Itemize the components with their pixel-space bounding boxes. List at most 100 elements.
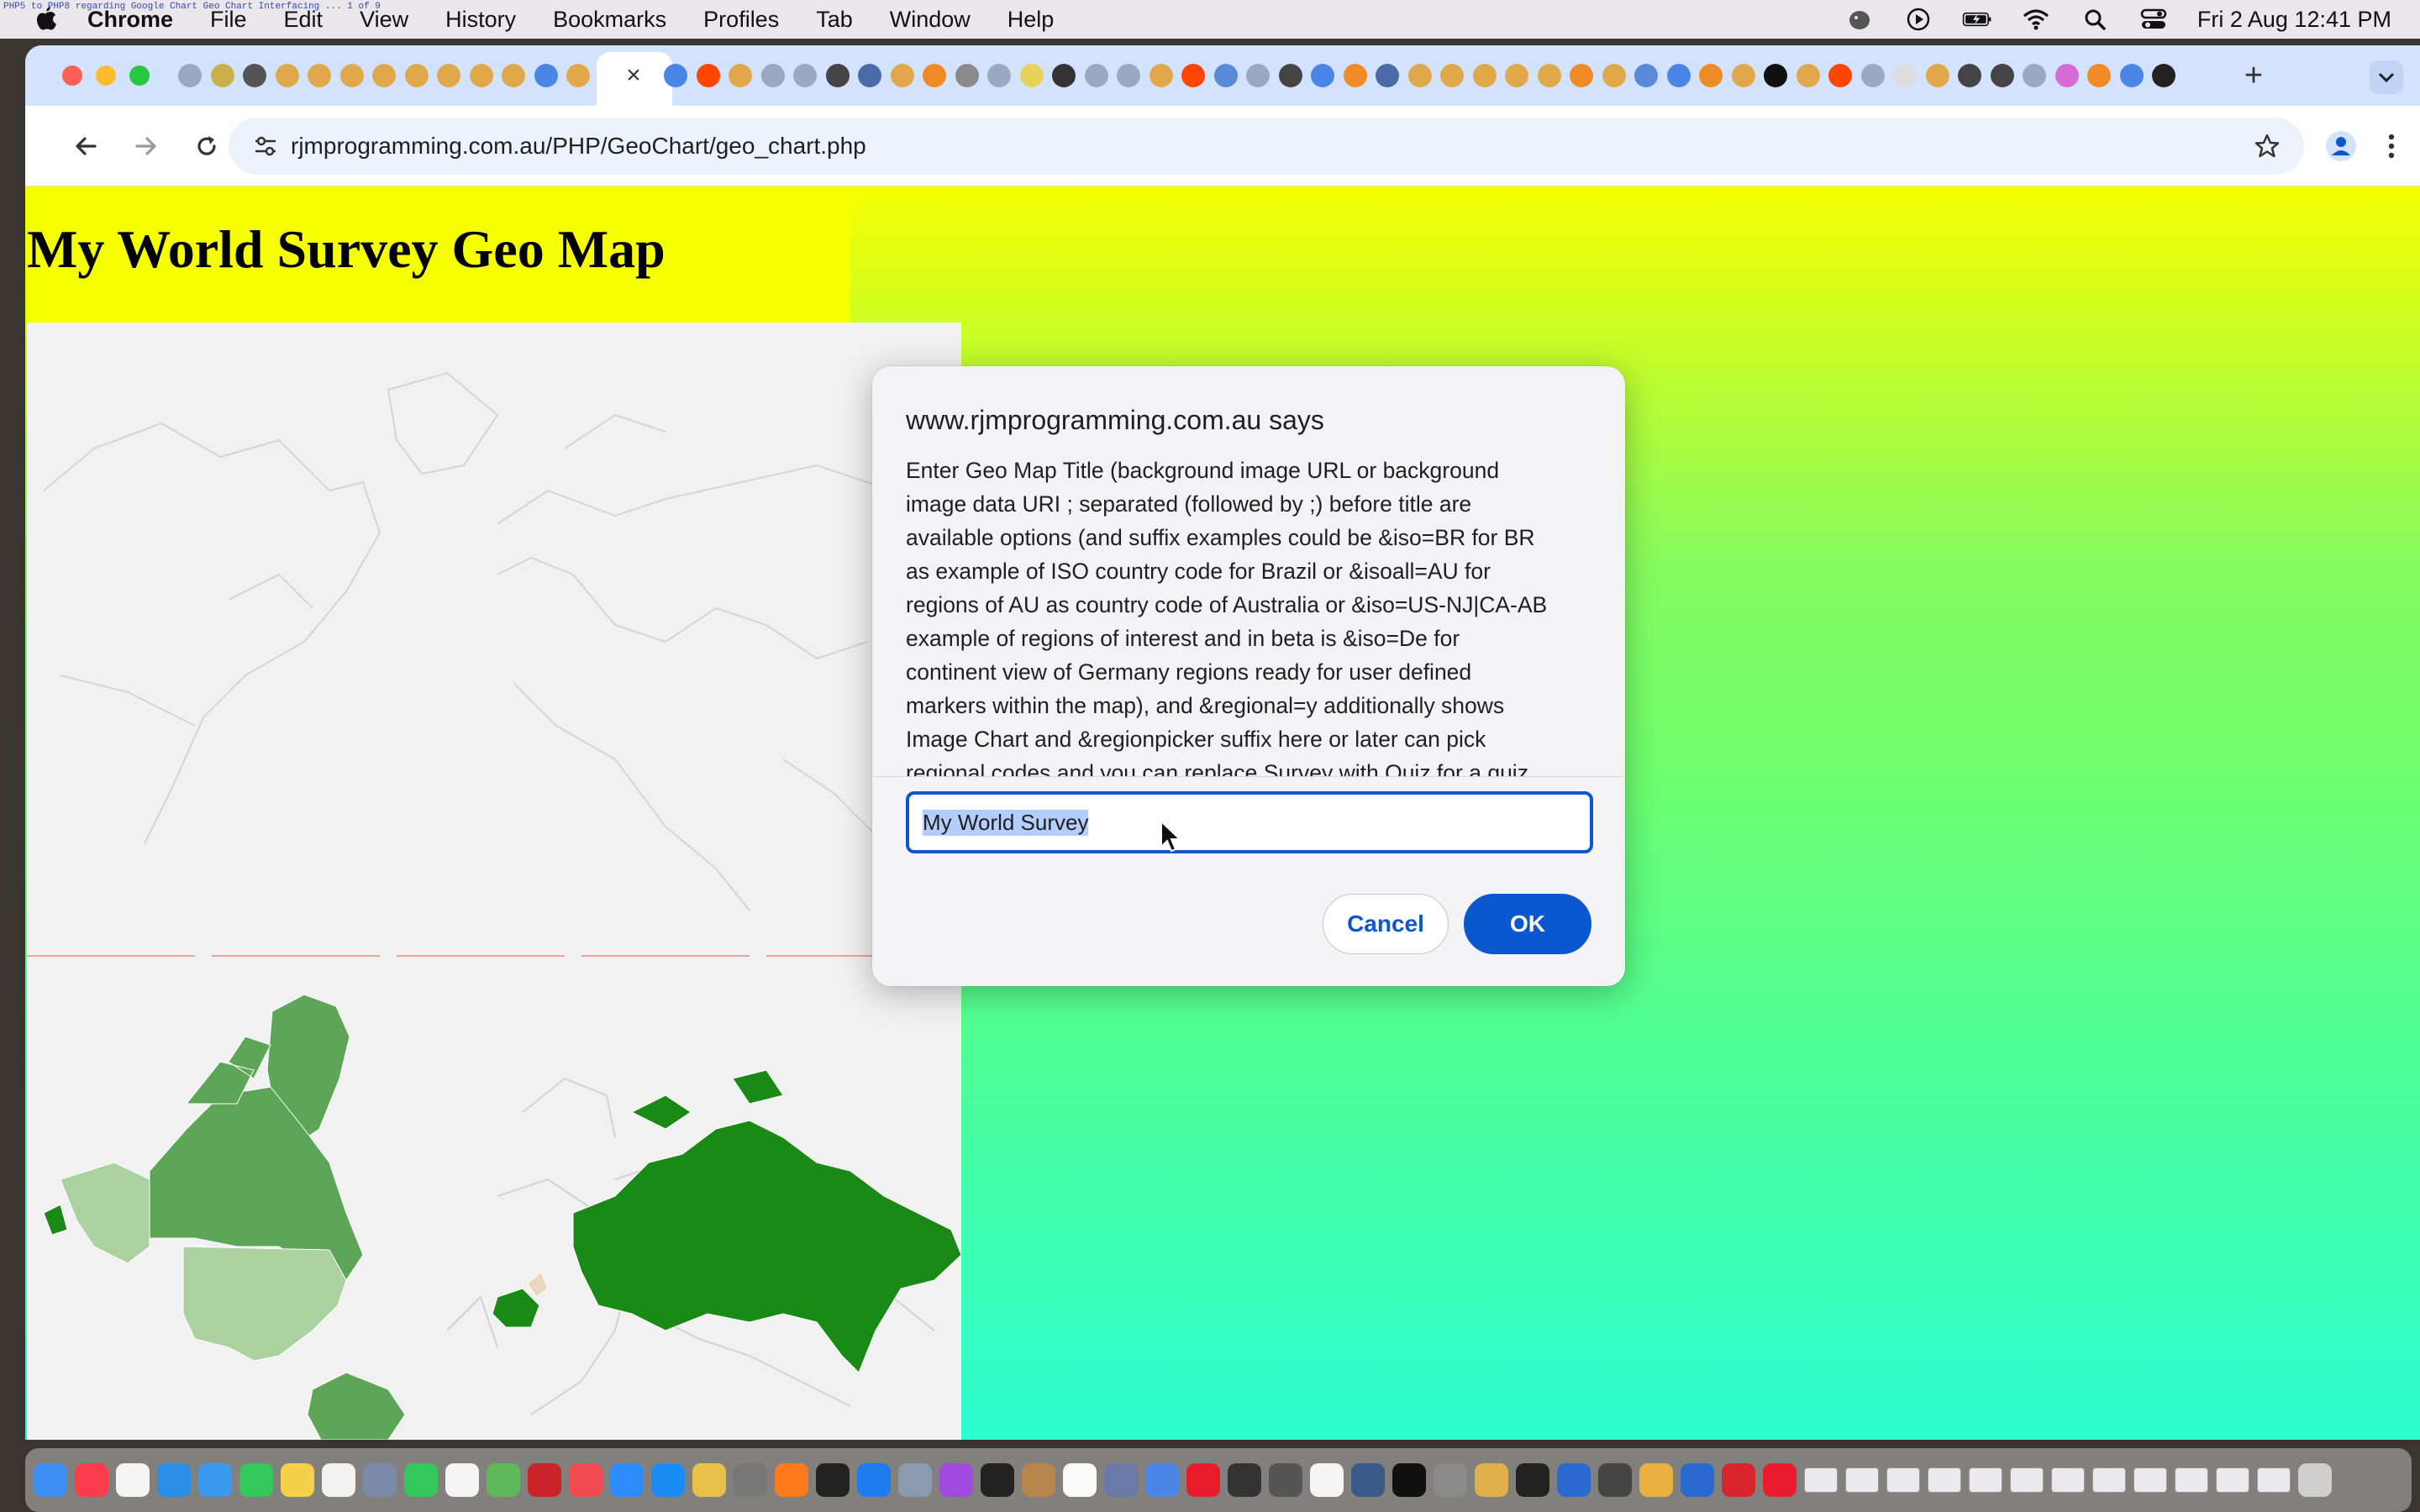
drafting-icon[interactable] — [1557, 1463, 1591, 1497]
tab-favicon[interactable] — [1828, 64, 1852, 87]
dock-file-icon[interactable] — [1969, 1467, 2002, 1493]
finder-icon[interactable] — [34, 1463, 67, 1497]
tab-favicon[interactable] — [372, 64, 396, 87]
tab-favicon[interactable] — [437, 64, 460, 87]
tab-favicon[interactable] — [1149, 64, 1173, 87]
tab-favicon[interactable] — [1052, 64, 1076, 87]
tab-favicon[interactable] — [1376, 64, 1399, 87]
cancel-button[interactable]: Cancel — [1323, 894, 1449, 954]
calendar-icon[interactable] — [1063, 1463, 1097, 1497]
tab-favicon[interactable] — [275, 64, 299, 87]
mastodon-icon[interactable] — [1681, 1463, 1714, 1497]
url-text[interactable]: rjmprogramming.com.au/PHP/GeoChart/geo_c… — [291, 118, 866, 175]
tab-favicon[interactable] — [1666, 64, 1691, 87]
tab-favicon[interactable] — [1860, 64, 1885, 87]
control-center-icon[interactable] — [2139, 7, 2169, 32]
tab-search-button[interactable] — [2370, 60, 2403, 94]
filezilla-icon[interactable] — [528, 1463, 561, 1497]
zoom-icon[interactable] — [610, 1463, 644, 1497]
menubar-clock[interactable]: Fri 2 Aug 12:41 PM — [2197, 7, 2391, 33]
tab-favicon[interactable] — [566, 64, 590, 87]
acrobat-icon[interactable] — [1722, 1463, 1755, 1497]
tab-favicon[interactable] — [1117, 64, 1140, 87]
dock-file-icon[interactable] — [2175, 1467, 2208, 1493]
xcode-icon[interactable] — [857, 1463, 891, 1497]
chrome-icon[interactable] — [1145, 1463, 1179, 1497]
tab-favicon[interactable] — [1407, 64, 1432, 87]
console-icon[interactable] — [1228, 1463, 1261, 1497]
tab-favicon[interactable] — [2119, 64, 2144, 87]
tab-favicon[interactable] — [1925, 64, 1949, 87]
system-settings-icon[interactable] — [1434, 1463, 1467, 1497]
back-icon[interactable] — [64, 124, 108, 168]
tab-favicon[interactable] — [1213, 64, 1238, 87]
tab-favicon[interactable] — [469, 64, 493, 87]
tab-favicon[interactable] — [1311, 64, 1334, 87]
quicktime-icon[interactable] — [1351, 1463, 1385, 1497]
tab-favicon[interactable] — [1278, 64, 1302, 87]
window-zoom-button[interactable] — [129, 66, 150, 86]
archive-icon[interactable] — [1022, 1463, 1055, 1497]
app-store-icon[interactable] — [651, 1463, 685, 1497]
bookmark-star-icon[interactable] — [2249, 128, 2286, 165]
tab-close-icon[interactable]: × — [622, 63, 645, 88]
tab-favicon[interactable] — [1731, 64, 1755, 87]
elephant-icon[interactable] — [1598, 1463, 1632, 1497]
tab-favicon[interactable] — [729, 64, 752, 87]
dock-file-icon[interactable] — [2010, 1467, 2044, 1493]
dock-file-icon[interactable] — [2092, 1467, 2126, 1493]
spotlight-icon[interactable] — [2080, 7, 2110, 32]
pdf-icon[interactable] — [1763, 1463, 1797, 1497]
play-icon[interactable] — [1903, 7, 1933, 32]
window-close-button[interactable] — [62, 66, 82, 86]
reminders-icon[interactable] — [116, 1463, 150, 1497]
tab-favicon[interactable] — [955, 64, 979, 87]
dock-file-icon[interactable] — [1928, 1467, 1961, 1493]
maps-icon[interactable] — [487, 1463, 520, 1497]
trash-icon[interactable] — [2298, 1463, 2332, 1497]
preview-icon[interactable] — [445, 1463, 479, 1497]
dock-file-icon[interactable] — [2257, 1467, 2291, 1493]
evernote-icon[interactable] — [1844, 7, 1875, 32]
tab-favicon[interactable] — [1990, 64, 2014, 87]
ok-button[interactable]: OK — [1464, 894, 1591, 954]
tab-favicon[interactable] — [2023, 64, 2046, 87]
tab-favicon[interactable] — [1764, 64, 1787, 87]
tab-favicon[interactable] — [1796, 64, 1820, 87]
tab-favicon[interactable] — [793, 64, 817, 87]
opera-icon[interactable] — [1186, 1463, 1220, 1497]
tab-favicon[interactable] — [1634, 64, 1658, 87]
menu-profiles[interactable]: Profiles — [703, 7, 779, 33]
tab-favicon[interactable] — [923, 64, 946, 87]
profile-icon[interactable] — [2319, 124, 2363, 168]
messages-icon[interactable] — [239, 1463, 273, 1497]
dock-file-icon[interactable] — [2133, 1467, 2167, 1493]
tab-favicon[interactable] — [1699, 64, 1723, 87]
battery-icon[interactable] — [1962, 7, 1992, 32]
launchpad-icon[interactable] — [363, 1463, 397, 1497]
tab-favicon[interactable] — [1602, 64, 1626, 87]
tab-favicon[interactable] — [1958, 64, 1981, 87]
paint-icon[interactable] — [1475, 1463, 1508, 1497]
tab-favicon[interactable] — [1893, 64, 1917, 87]
dock-file-icon[interactable] — [2051, 1467, 2085, 1493]
tab-favicon[interactable] — [696, 64, 720, 87]
tab-favicon[interactable] — [210, 64, 234, 87]
podcasts-icon[interactable] — [939, 1463, 973, 1497]
dock-file-icon[interactable] — [2216, 1467, 2249, 1493]
safari-icon[interactable] — [157, 1463, 191, 1497]
apple-tv-icon[interactable] — [816, 1463, 850, 1497]
terminal-icon[interactable] — [981, 1463, 1014, 1497]
menu-tab[interactable]: Tab — [816, 7, 853, 33]
tab-favicon[interactable] — [2152, 64, 2175, 87]
tab-favicon[interactable] — [404, 64, 429, 87]
facetime-icon[interactable] — [404, 1463, 438, 1497]
menu-bookmarks[interactable]: Bookmarks — [553, 7, 666, 33]
calculator-icon[interactable] — [1269, 1463, 1302, 1497]
cyberduck-icon[interactable] — [1639, 1463, 1673, 1497]
tab-favicon[interactable] — [1343, 64, 1367, 87]
tab-favicon[interactable] — [825, 64, 850, 87]
tab-favicon[interactable] — [1537, 64, 1561, 87]
tab-favicon[interactable] — [1440, 64, 1464, 87]
site-info-icon[interactable] — [247, 128, 284, 165]
